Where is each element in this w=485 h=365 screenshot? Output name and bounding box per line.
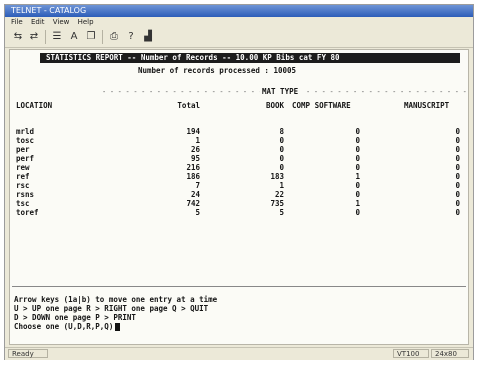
row-location: perf	[16, 154, 35, 163]
chart-icon[interactable]: ▟	[141, 30, 155, 43]
status-bar: Ready VT100 24x80	[5, 347, 473, 360]
row-total: 26	[190, 145, 200, 154]
row-book: 183	[270, 172, 284, 181]
row-book: 0	[279, 163, 284, 172]
toolbar-divider	[45, 30, 46, 44]
menu-view[interactable]: View	[53, 18, 70, 26]
row-manuscript: 0	[455, 172, 460, 181]
font-icon[interactable]: A	[67, 30, 81, 43]
row-comp-software: 0	[355, 136, 360, 145]
column-header-comp-software: COMP SOFTWARE	[292, 101, 351, 110]
row-manuscript: 0	[455, 199, 460, 208]
row-total: 186	[186, 172, 200, 181]
row-book: 735	[270, 199, 284, 208]
screen: TELNET - CATALOG File Edit View Help ⇆ ⇄…	[0, 0, 485, 365]
row-book: 0	[279, 154, 284, 163]
help-icon[interactable]: ?	[124, 30, 138, 43]
menu-help[interactable]: Help	[78, 18, 94, 26]
copy-icon[interactable]: ❐	[84, 30, 98, 43]
column-header-total: Total	[177, 101, 200, 110]
row-comp-software: 0	[355, 190, 360, 199]
row-comp-software: 1	[355, 172, 360, 181]
row-book: 1	[279, 181, 284, 190]
print-icon[interactable]: ⎙	[107, 30, 121, 43]
row-book: 8	[279, 127, 284, 136]
column-header-book: BOOK	[265, 101, 284, 110]
row-total: 216	[186, 163, 200, 172]
row-comp-software: 0	[355, 163, 360, 172]
help-line: D > DOWN one page P > PRINT	[14, 313, 136, 322]
row-comp-software: 0	[355, 154, 360, 163]
disconnect-icon[interactable]: ⇄	[27, 30, 41, 43]
menu-edit[interactable]: Edit	[31, 18, 45, 26]
row-location: toref	[16, 208, 39, 217]
menu-file[interactable]: File	[11, 18, 23, 26]
menu-bar: File Edit View Help	[5, 17, 473, 27]
row-comp-software: 0	[355, 181, 360, 190]
report-header: STATISTICS REPORT -- Number of Records -…	[40, 53, 460, 63]
mat-type-label: MAT TYPE	[262, 87, 299, 96]
row-comp-software: 1	[355, 199, 360, 208]
row-total: 5	[195, 208, 200, 217]
row-total: 742	[186, 199, 200, 208]
row-book: 0	[279, 136, 284, 145]
row-total: 1	[195, 136, 200, 145]
row-manuscript: 0	[455, 145, 460, 154]
command-prompt[interactable]: Choose one (U,D,R,P,Q)	[14, 322, 121, 331]
row-comp-software: 0	[355, 127, 360, 136]
row-total: 7	[195, 181, 200, 190]
row-comp-software: 0	[355, 145, 360, 154]
row-book: 0	[279, 145, 284, 154]
row-manuscript: 0	[455, 163, 460, 172]
window-title: TELNET - CATALOG	[11, 6, 87, 15]
divider-line: - - - - - - - - - - - - - - - - - - - - …	[306, 88, 468, 96]
row-location: rsns	[16, 190, 35, 199]
row-total: 194	[186, 127, 200, 136]
telnet-window: TELNET - CATALOG File Edit View Help ⇆ ⇄…	[4, 4, 474, 360]
status-mid: VT100	[393, 349, 429, 358]
row-manuscript: 0	[455, 154, 460, 163]
text-cursor	[115, 323, 121, 331]
row-total: 24	[190, 190, 200, 199]
row-manuscript: 0	[455, 136, 460, 145]
divider-line: - - - - - - - - - - - - - - - - - - - - …	[102, 88, 260, 96]
row-location: rsc	[16, 181, 30, 190]
row-location: mrld	[16, 127, 35, 136]
row-manuscript: 0	[455, 181, 460, 190]
prompt-text: Choose one (U,D,R,P,Q)	[14, 322, 114, 331]
row-location: rew	[16, 163, 30, 172]
help-line: Arrow keys (1a|b) to move one entry at a…	[14, 295, 218, 304]
row-location: per	[16, 145, 30, 154]
help-panel: Arrow keys (1a|b) to move one entry at a…	[12, 286, 466, 343]
row-book: 22	[274, 190, 284, 199]
records-processed: Number of records processed : 10005	[138, 66, 297, 75]
toolbar: ⇆ ⇄ ☰ A ❐ ⎙ ? ▟	[5, 27, 473, 48]
row-manuscript: 0	[455, 208, 460, 217]
status-left: Ready	[8, 349, 48, 358]
title-bar: TELNET - CATALOG	[5, 5, 473, 17]
connect-icon[interactable]: ⇆	[11, 30, 25, 43]
row-location: tsc	[16, 199, 30, 208]
properties-icon[interactable]: ☰	[50, 30, 64, 43]
status-right: 24x80	[431, 349, 469, 358]
toolbar-divider	[102, 30, 103, 44]
row-location: tosc	[16, 136, 35, 145]
help-line: U > UP one page R > RIGHT one page Q > Q…	[14, 304, 209, 313]
row-total: 95	[190, 154, 200, 163]
row-manuscript: 0	[455, 127, 460, 136]
column-header-location: LOCATION	[16, 101, 53, 110]
row-manuscript: 0	[455, 190, 460, 199]
terminal-screen[interactable]: STATISTICS REPORT -- Number of Records -…	[9, 49, 469, 345]
row-book: 5	[279, 208, 284, 217]
column-header-manuscript: MANUSCRIPT	[404, 101, 450, 110]
row-location: ref	[16, 172, 30, 181]
row-comp-software: 0	[355, 208, 360, 217]
